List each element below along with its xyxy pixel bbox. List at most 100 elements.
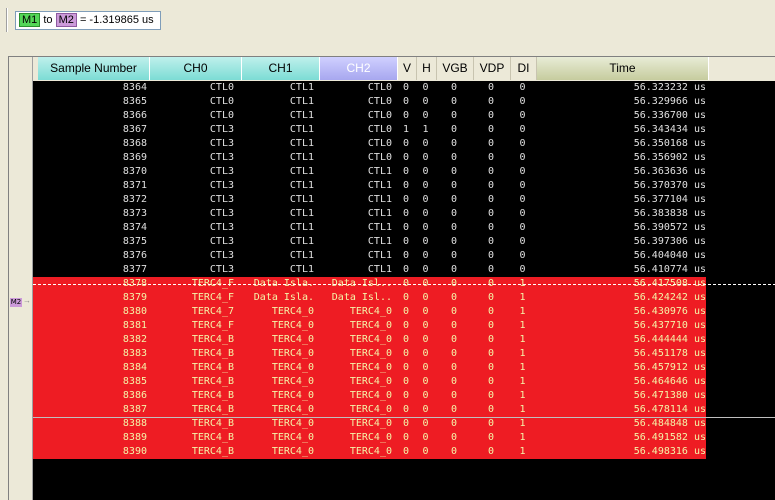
table-row[interactable]: 8385 TERC4_B TERC4_0 TERC4_0 0 0 0 0 1 56.464646 … bbox=[33, 375, 706, 389]
time-cell: 56.390572 us bbox=[633, 222, 706, 233]
table-row[interactable]: 8365 CTL0 CTL1 CTL0 0 0 0 0 0 56.329966 us bbox=[33, 95, 775, 109]
ch0-cell: CTL0 bbox=[209, 110, 234, 121]
column-header-ch2[interactable]: CH2 bbox=[320, 57, 398, 80]
v-cell: 0 bbox=[402, 82, 410, 93]
column-header-sample-number[interactable]: Sample Number bbox=[38, 57, 150, 80]
table-row[interactable]: 8373 CTL3 CTL1 CTL1 0 0 0 0 0 56.383838 us bbox=[33, 207, 775, 221]
ch2-cell: TERC4_0 bbox=[349, 306, 392, 317]
table-row[interactable]: 8371 CTL3 CTL1 CTL1 0 0 0 0 0 56.370370 us bbox=[33, 179, 775, 193]
table-row[interactable]: 8387 TERC4_B TERC4_0 TERC4_0 0 0 0 0 1 56.478114 … bbox=[33, 403, 706, 417]
column-header-h[interactable]: H bbox=[417, 57, 437, 80]
table-row[interactable]: 8372 CTL3 CTL1 CTL1 0 0 0 0 0 56.377104 us bbox=[33, 193, 775, 207]
table-row[interactable]: 8390 TERC4_B TERC4_0 TERC4_0 0 0 0 0 1 56.498316 … bbox=[33, 445, 706, 459]
h-cell: 0 bbox=[422, 404, 429, 415]
ch0-cell: CTL3 bbox=[209, 264, 234, 275]
vdp-cell: 0 bbox=[487, 306, 495, 317]
table-row[interactable]: 8376 CTL3 CTL1 CTL1 0 0 0 0 0 56.404040 us bbox=[33, 249, 775, 263]
time-cell: 56.484848 us bbox=[633, 418, 706, 429]
column-header-ch0[interactable]: CH0 bbox=[150, 57, 242, 80]
sample-number-cell: 8381 bbox=[122, 320, 147, 331]
vdp-cell: 0 bbox=[487, 152, 495, 163]
ch2-cell: CTL1 bbox=[367, 166, 392, 177]
sample-number-cell: 8372 bbox=[122, 194, 147, 205]
ch0-cell: CTL3 bbox=[209, 180, 234, 191]
table-row[interactable]: 8388 TERC4_B TERC4_0 TERC4_0 0 0 0 0 1 56.484848 … bbox=[33, 417, 706, 431]
table-row[interactable]: 8381 TERC4_F TERC4_0 TERC4_0 0 0 0 0 1 56.437710 … bbox=[33, 319, 706, 333]
table-row[interactable]: 8364 CTL0 CTL1 CTL0 0 0 0 0 0 56.323232 us bbox=[33, 81, 775, 95]
table-row[interactable]: 8386 TERC4_B TERC4_0 TERC4_0 0 0 0 0 1 56.471380 … bbox=[33, 389, 706, 403]
vdp-cell: 0 bbox=[487, 376, 495, 387]
ch1-cell: TERC4_0 bbox=[271, 362, 314, 373]
ch1-cell: CTL1 bbox=[289, 194, 314, 205]
column-header-vgb[interactable]: VGB bbox=[437, 57, 474, 80]
time-cell: 56.336700 us bbox=[633, 110, 706, 121]
ch1-cell: TERC4_0 bbox=[271, 446, 314, 457]
h-cell: 0 bbox=[422, 208, 429, 219]
ch2-cell: CTL1 bbox=[367, 250, 392, 261]
table-row[interactable]: 8374 CTL3 CTL1 CTL1 0 0 0 0 0 56.390572 us bbox=[33, 221, 775, 235]
ch2-cell: CTL0 bbox=[367, 110, 392, 121]
time-cell: 56.343434 us bbox=[633, 124, 706, 135]
table-row[interactable]: 8383 TERC4_B TERC4_0 TERC4_0 0 0 0 0 1 56.451178 … bbox=[33, 347, 706, 361]
table-row[interactable]: 8366 CTL0 CTL1 CTL0 0 0 0 0 0 56.336700 us bbox=[33, 109, 775, 123]
data-table[interactable]: 8364 CTL0 CTL1 CTL0 0 0 0 0 0 56.323232 us 8365 CTL… bbox=[33, 81, 775, 500]
time-cell: 56.356902 us bbox=[633, 152, 706, 163]
vgb-cell: 0 bbox=[450, 222, 458, 233]
di-cell: 0 bbox=[519, 110, 526, 121]
vgb-cell: 0 bbox=[450, 334, 458, 345]
ch1-cell: CTL1 bbox=[289, 152, 314, 163]
vgb-cell: 0 bbox=[450, 96, 458, 107]
table-row[interactable]: 8368 CTL3 CTL1 CTL0 0 0 0 0 0 56.350168 us bbox=[33, 137, 775, 151]
ch2-cell: TERC4_0 bbox=[349, 320, 392, 331]
h-cell: 0 bbox=[422, 334, 429, 345]
marker-m2-tag[interactable]: M2 bbox=[10, 298, 22, 307]
table-row[interactable]: 8384 TERC4_B TERC4_0 TERC4_0 0 0 0 0 1 56.457912 … bbox=[33, 361, 706, 375]
table-row[interactable]: 8369 CTL3 CTL1 CTL0 0 0 0 0 0 56.356902 us bbox=[33, 151, 775, 165]
table-row[interactable]: 8382 TERC4_B TERC4_0 TERC4_0 0 0 0 0 1 56.444444 … bbox=[33, 333, 706, 347]
column-header-v[interactable]: V bbox=[398, 57, 417, 80]
sample-number-cell: 8365 bbox=[122, 96, 147, 107]
ch0-cell: CTL3 bbox=[209, 166, 234, 177]
sample-number-cell: 8375 bbox=[122, 236, 147, 247]
marker-m2-label[interactable]: M2 bbox=[55, 13, 77, 27]
vgb-cell: 0 bbox=[450, 166, 458, 177]
table-row[interactable]: 8380 TERC4_7 TERC4_0 TERC4_0 0 0 0 0 1 56.430976 … bbox=[33, 305, 706, 319]
di-cell: 1 bbox=[519, 418, 526, 429]
table-row[interactable]: 8379 TERC4_F Data Isla. Data Isl.. 0 0 0 0 1 56.4… bbox=[33, 291, 706, 305]
ch2-cell: TERC4_0 bbox=[349, 404, 392, 415]
marker-m1-label[interactable]: M1 bbox=[19, 13, 41, 27]
column-header-ch1[interactable]: CH1 bbox=[242, 57, 320, 80]
column-header-di[interactable]: DI bbox=[511, 57, 537, 80]
ch1-cell: CTL1 bbox=[289, 110, 314, 121]
di-cell: 1 bbox=[519, 292, 526, 303]
vdp-cell: 0 bbox=[487, 222, 495, 233]
sample-number-cell: 8369 bbox=[122, 152, 147, 163]
vdp-cell: 0 bbox=[487, 82, 495, 93]
marker-measurement-box[interactable]: M1 to M2 = -1.319865 us bbox=[15, 11, 161, 30]
ch0-cell: CTL3 bbox=[209, 208, 234, 219]
column-header-vdp[interactable]: VDP bbox=[474, 57, 511, 80]
time-cell: 56.350168 us bbox=[633, 138, 706, 149]
h-cell: 0 bbox=[422, 348, 429, 359]
table-row[interactable]: 8377 CTL3 CTL1 CTL1 0 0 0 0 0 56.410774 us bbox=[33, 263, 775, 277]
di-cell: 1 bbox=[519, 334, 526, 345]
di-cell: 1 bbox=[519, 432, 526, 443]
column-header-time[interactable]: Time bbox=[537, 57, 709, 80]
table-row[interactable]: 8375 CTL3 CTL1 CTL1 0 0 0 0 0 56.397306 us bbox=[33, 235, 775, 249]
vgb-cell: 0 bbox=[450, 292, 458, 303]
v-cell: 0 bbox=[402, 292, 410, 303]
ch2-cell: Data Isl.. bbox=[331, 292, 392, 303]
table-row[interactable]: 8389 TERC4_B TERC4_0 TERC4_0 0 0 0 0 1 56.491582 … bbox=[33, 431, 706, 445]
h-cell: 0 bbox=[422, 152, 429, 163]
ch1-cell: TERC4_0 bbox=[271, 390, 314, 401]
ch0-cell: TERC4_B bbox=[191, 390, 234, 401]
table-row[interactable]: 8370 CTL3 CTL1 CTL1 0 0 0 0 0 56.363636 us bbox=[33, 165, 775, 179]
ch0-cell: TERC4_B bbox=[191, 334, 234, 345]
di-cell: 0 bbox=[519, 194, 526, 205]
table-row[interactable]: 8367 CTL3 CTL1 CTL0 1 1 0 0 0 56.343434 us bbox=[33, 123, 775, 137]
time-cell: 56.424242 us bbox=[633, 292, 706, 303]
h-cell: 0 bbox=[422, 82, 429, 93]
di-cell: 0 bbox=[519, 222, 526, 233]
v-cell: 0 bbox=[402, 250, 410, 261]
time-cell: 56.471380 us bbox=[633, 390, 706, 401]
